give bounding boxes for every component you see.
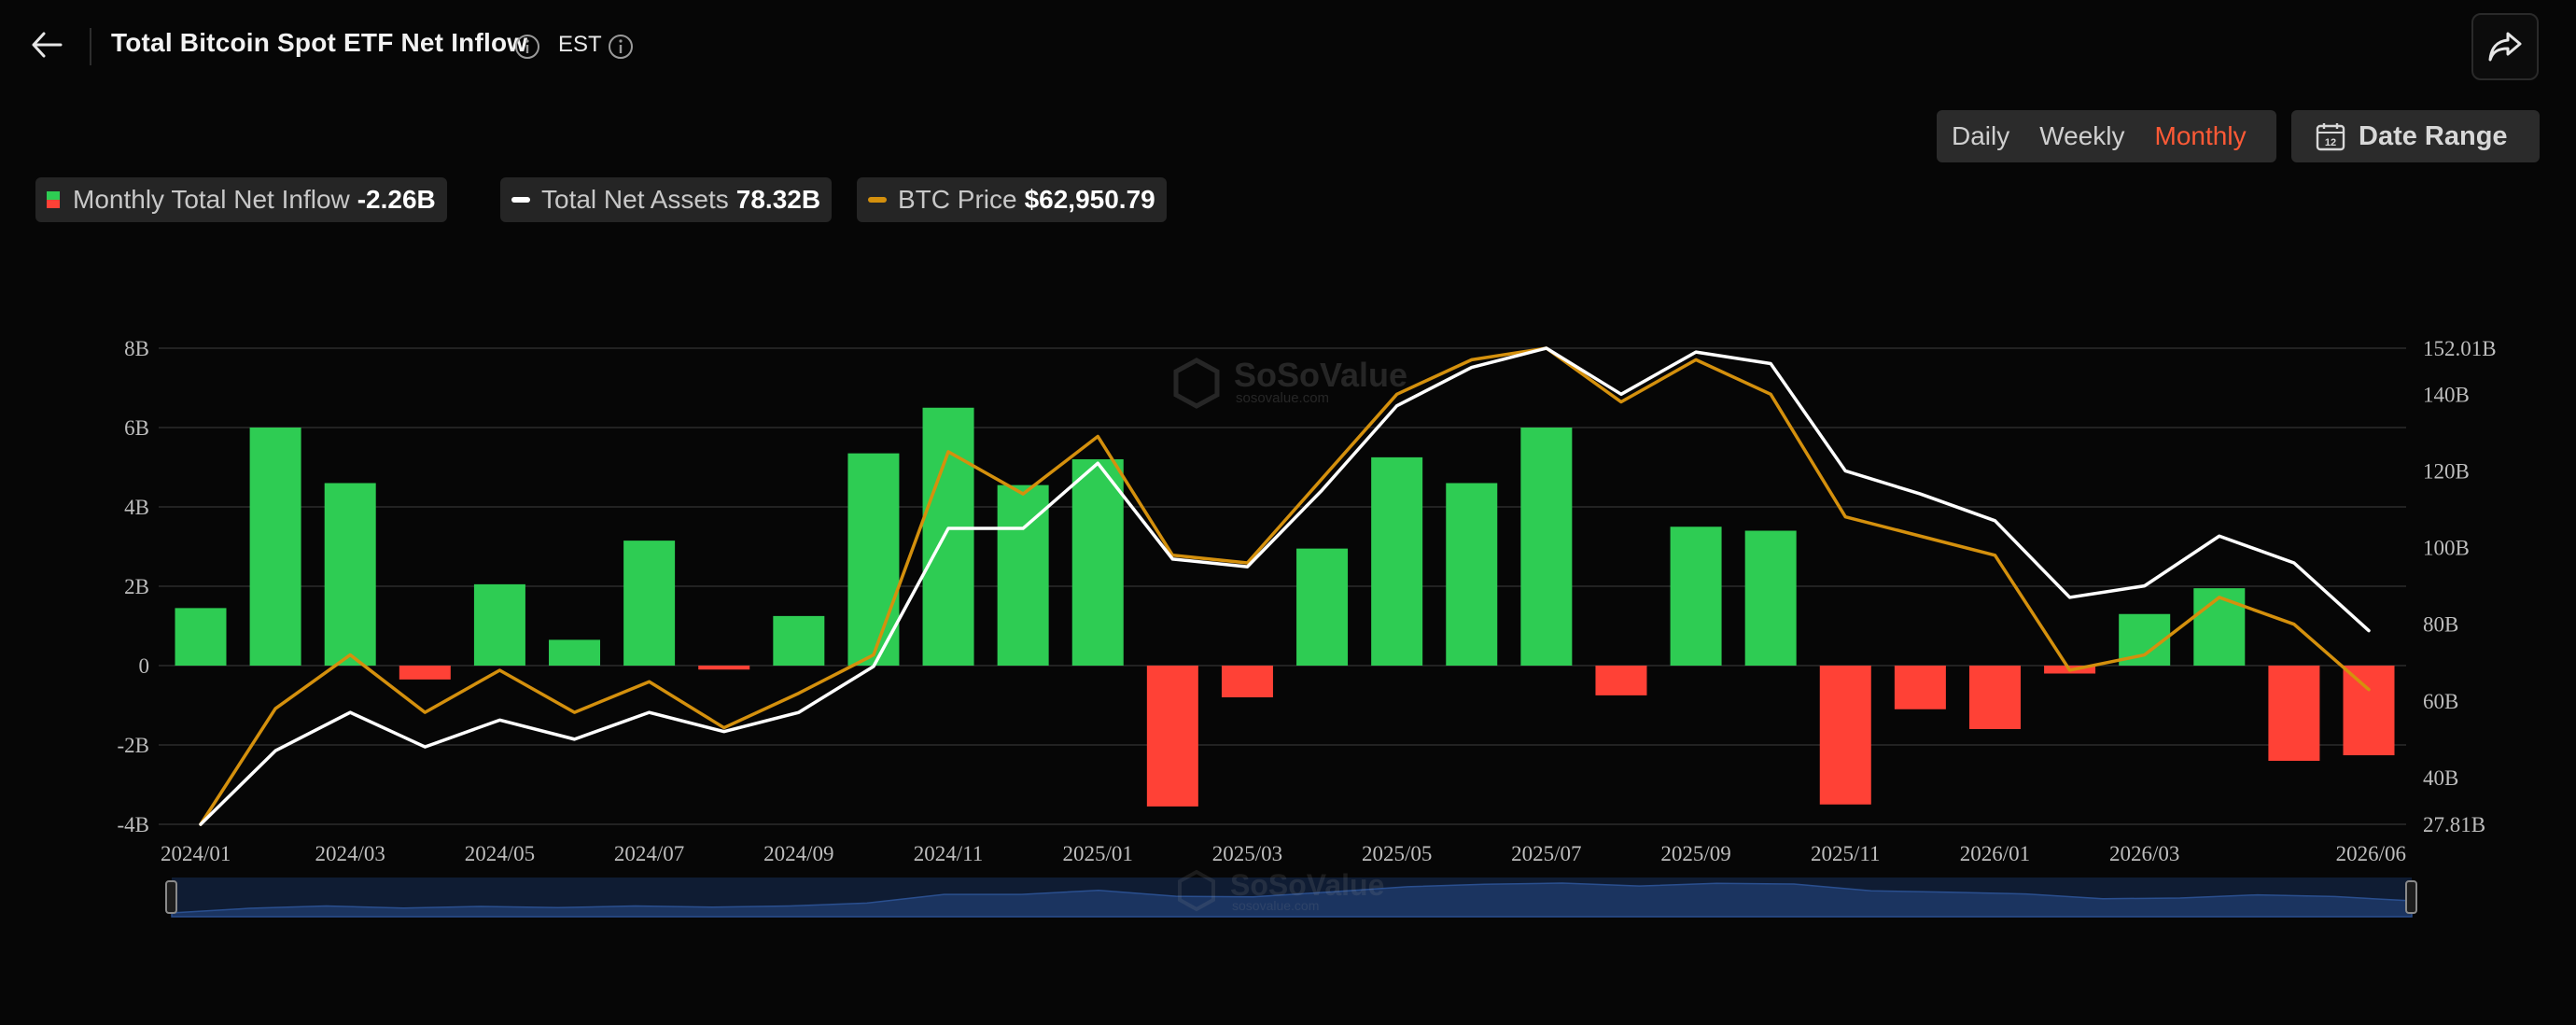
inflow-swatch: [47, 191, 60, 208]
x-tick: 2024/09: [763, 842, 833, 865]
y-left-tick: 4B: [124, 496, 149, 519]
legend-assets-value: 78.32B: [735, 185, 821, 214]
x-tick: 2024/07: [614, 842, 684, 865]
legend-btc-value: $62,950.79: [1024, 185, 1155, 214]
legend-assets-label: Total Net Assets: [541, 185, 729, 214]
bar-2025/04: [1296, 548, 1349, 666]
watermark-brand: SoSoValue: [1234, 356, 1407, 394]
bar-2024/06: [549, 639, 601, 666]
y-right-tick: 100B: [2423, 537, 2470, 560]
x-tick: 2025/07: [1511, 842, 1581, 865]
legend-net-inflow[interactable]: Monthly Total Net Inflow -2.26B: [35, 177, 447, 222]
header-bar: Total Bitcoin Spot ETF Net Inflow EST: [0, 0, 2576, 93]
watermark: SoSoValuesosovalue.com: [1173, 356, 1407, 409]
assets-swatch: [511, 197, 530, 203]
navigator-watermark-brand: SoSoValue: [1230, 868, 1384, 902]
watermark-logo: [1173, 358, 1220, 409]
legend-inflow-value: -2.26B: [357, 185, 436, 214]
date-range-label: Date Range: [2359, 120, 2508, 151]
legend-inflow-label: Monthly Total Net Inflow: [73, 185, 350, 214]
share-button[interactable]: [2471, 13, 2539, 80]
bar-2025/11: [1819, 666, 1871, 805]
bar-2026/01: [1968, 666, 2021, 729]
info-icon[interactable]: [513, 33, 541, 61]
timezone-label: EST: [558, 32, 602, 57]
x-tick: 2024/03: [315, 842, 385, 865]
y-right-tick: 120B: [2423, 459, 2470, 483]
btc-swatch: [868, 197, 887, 203]
period-daily-button[interactable]: Daily: [1937, 121, 2024, 151]
bar-2024/07: [623, 541, 676, 666]
bar-2025/09: [1670, 527, 1722, 666]
y-left-tick: 2B: [124, 575, 149, 598]
bar-2025/06: [1446, 483, 1498, 666]
x-tick: 2026/06: [2336, 842, 2406, 865]
bar-2025/07: [1520, 428, 1573, 666]
date-range-button[interactable]: 12 Date Range: [2291, 110, 2540, 162]
legend-btc-label: BTC Price: [898, 185, 1017, 214]
x-tick: 2026/01: [1960, 842, 2030, 865]
bar-2025/03: [1221, 666, 1273, 697]
period-monthly-button[interactable]: Monthly: [2140, 121, 2261, 151]
header-divider: [90, 28, 91, 65]
x-tick: 2026/03: [2109, 842, 2179, 865]
navigator-watermark-url: sosovalue.com: [1232, 898, 1319, 913]
bar-2024/03: [324, 483, 376, 666]
y-right-tick: 40B: [2423, 766, 2458, 790]
calendar-day: 12: [2325, 137, 2336, 148]
bar-2024/04: [399, 666, 451, 680]
bar-2026/05: [2268, 666, 2320, 761]
period-weekly-button[interactable]: Weekly: [2024, 121, 2139, 151]
x-tick: 2025/03: [1212, 842, 1282, 865]
bar-2026/06: [2343, 666, 2395, 756]
share-icon: [2488, 32, 2522, 62]
x-tick: 2024/05: [465, 842, 535, 865]
calendar-icon: 12: [2316, 123, 2345, 151]
bar-2025/10: [1744, 530, 1797, 666]
navigator-handle-right[interactable]: [2405, 880, 2417, 914]
x-tick: 2025/11: [1811, 842, 1881, 865]
page-title: Total Bitcoin Spot ETF Net Inflow: [111, 28, 528, 57]
y-left-tick: -2B: [118, 734, 150, 757]
bar-2025/02: [1146, 666, 1198, 807]
bar-2025/05: [1371, 456, 1423, 666]
bar-2025/08: [1595, 666, 1647, 695]
watermark-url: sosovalue.com: [1236, 390, 1329, 406]
bar-2024/05: [473, 583, 525, 666]
bar-2026/04: [2193, 588, 2246, 666]
legend-total-net-assets[interactable]: Total Net Assets 78.32B: [500, 177, 833, 222]
bar-2024/08: [698, 666, 750, 670]
x-tick: 2024/01: [161, 842, 231, 865]
timezone-info-icon[interactable]: [607, 33, 635, 61]
y-left-tick: 8B: [124, 337, 149, 360]
y-left-tick: 6B: [124, 416, 149, 440]
y-right-tick: 60B: [2423, 690, 2458, 713]
bar-2024/09: [773, 615, 825, 666]
y-right-tick: 80B: [2423, 613, 2458, 637]
bar-2025/01: [1071, 459, 1124, 666]
y-right-tick: 27.81B: [2423, 813, 2485, 836]
bar-2024/01: [175, 608, 227, 666]
y-right-tick: 152.01B: [2423, 337, 2497, 360]
navigator-handle-left[interactable]: [165, 880, 177, 914]
bar-2024/02: [249, 428, 301, 666]
period-selector: Daily Weekly Monthly: [1937, 110, 2276, 162]
back-button[interactable]: [26, 24, 67, 65]
x-tick: 2025/09: [1660, 842, 1730, 865]
bar-2024/11: [922, 407, 974, 666]
bar-2025/12: [1894, 666, 1946, 709]
y-left-tick: -4B: [118, 813, 150, 836]
arrow-left-icon: [32, 32, 63, 58]
legend-btc-price[interactable]: BTC Price $62,950.79: [857, 177, 1167, 222]
y-right-tick: 140B: [2423, 383, 2470, 406]
y-left-tick: 0: [139, 654, 150, 678]
x-tick: 2024/11: [914, 842, 984, 865]
x-tick: 2025/05: [1362, 842, 1432, 865]
x-tick: 2025/01: [1063, 842, 1133, 865]
